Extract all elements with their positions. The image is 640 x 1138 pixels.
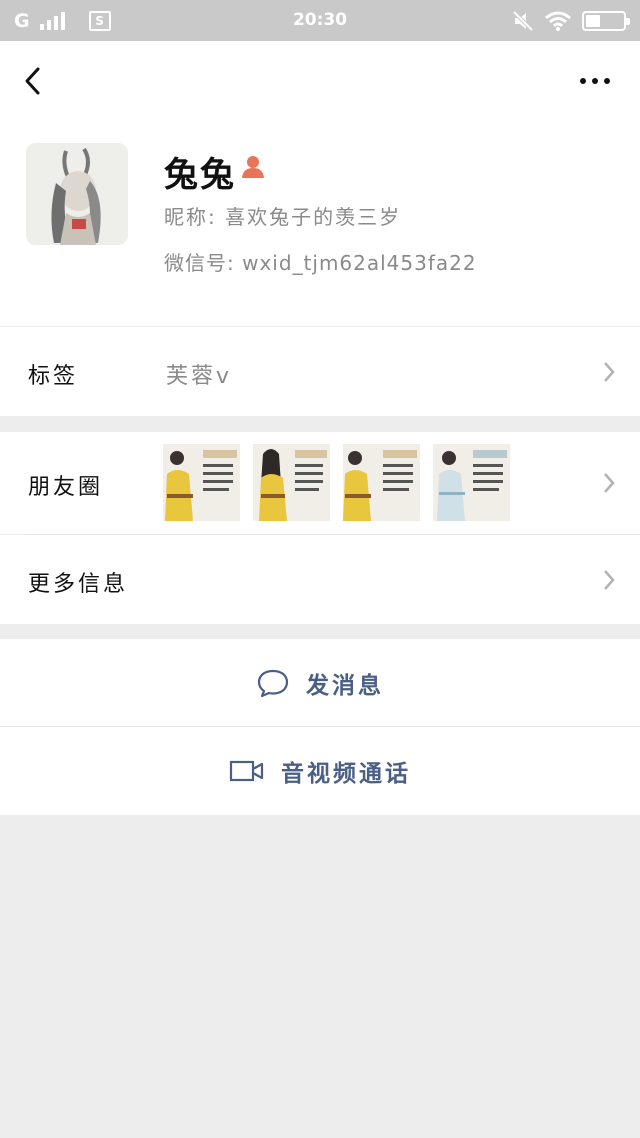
moments-thumbnails	[163, 444, 510, 521]
video-call-button[interactable]: 音视频通话	[0, 727, 640, 815]
tags-value: 芙蓉v	[166, 364, 233, 389]
video-call-label: 音视频通话	[281, 761, 411, 787]
more-dots-icon[interactable]	[580, 71, 614, 91]
back-arrow-icon[interactable]	[18, 63, 48, 99]
chat-bubble-icon	[257, 669, 289, 698]
profile-nickname: 昵称: 喜欢兔子的羡三岁	[164, 205, 402, 229]
moments-row[interactable]: 朋友圈	[0, 432, 640, 534]
video-camera-icon	[229, 760, 264, 782]
send-message-label: 发消息	[306, 673, 384, 699]
wifi-icon	[545, 11, 571, 31]
moments-thumbnail	[253, 444, 330, 521]
profile-header: 兔兔 昵称: 喜欢兔子的羡三岁 微信号: wxid_tjm62al453fa22	[0, 121, 640, 326]
mute-icon	[512, 10, 534, 31]
tags-label: 标签	[28, 364, 79, 389]
avatar[interactable]	[26, 143, 128, 245]
female-user-icon	[242, 156, 264, 178]
profile-name: 兔兔	[164, 155, 236, 195]
chevron-right-icon	[604, 570, 615, 590]
moments-label: 朋友圈	[28, 475, 104, 500]
nav-bar	[0, 41, 640, 121]
chevron-right-icon	[604, 473, 615, 493]
battery-icon	[582, 10, 630, 31]
more-info-row[interactable]: 更多信息	[0, 535, 640, 624]
moments-thumbnail	[163, 444, 240, 521]
more-info-label: 更多信息	[28, 572, 129, 597]
profile-wechat-id: 微信号: wxid_tjm62al453fa22	[164, 251, 477, 275]
chevron-right-icon	[604, 362, 615, 382]
status-bar: G S 20:30	[0, 0, 640, 41]
moments-thumbnail	[433, 444, 510, 521]
moments-thumbnail	[343, 444, 420, 521]
send-message-button[interactable]: 发消息	[0, 639, 640, 727]
tags-row[interactable]: 标签 芙蓉v	[0, 327, 640, 416]
